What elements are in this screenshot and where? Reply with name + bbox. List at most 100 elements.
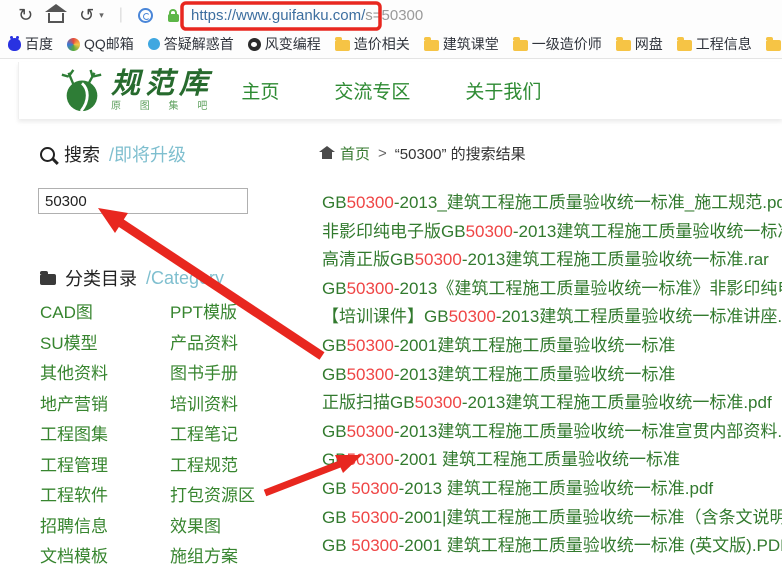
category-link[interactable]: 工程管理 (40, 451, 170, 482)
category-link[interactable]: 打包资源区 (170, 481, 320, 512)
folder-icon (424, 40, 439, 51)
bookmarks-bar: 百度QQ邮箱答疑解惑首风变编程造价相关建筑课堂一级造价师网盘工程信息建筑规范图算… (0, 30, 782, 59)
site-logo[interactable]: 规范库 原 图 集 吧 (59, 68, 215, 114)
category-link[interactable]: 工程笔记 (170, 420, 320, 451)
bookmark-item[interactable]: 建筑规范图 (766, 34, 782, 54)
search-result-link[interactable]: GB50300-2001 建筑工程施工质量验收统一标准 (322, 446, 782, 475)
result-text-post: -2013_建筑工程施工质量验收统一标准_施工规范.pdf (394, 193, 782, 212)
nav-item-1[interactable]: 交流专区 (334, 77, 410, 104)
result-highlight: 50300 (466, 222, 513, 241)
result-highlight: 50300 (347, 422, 394, 441)
site-header: 规范库 原 图 集 吧 主页 交流专区 关于我们 (18, 62, 782, 119)
main-nav: 主页 交流专区 关于我们 (241, 77, 541, 104)
refresh-icon[interactable]: ↻ (18, 6, 33, 24)
bookmark-item[interactable]: 建筑课堂 (424, 34, 499, 54)
bookmark-item[interactable]: 风变编程 (248, 34, 321, 54)
nav-item-0[interactable]: 主页 (241, 77, 279, 104)
category-link[interactable]: 工程规范 (170, 451, 320, 482)
category-link[interactable]: 地产营销 (40, 390, 170, 421)
category-link[interactable]: 培训资料 (170, 390, 320, 421)
undo-icon[interactable]: ↺ (79, 6, 94, 24)
search-result-link[interactable]: GB50300-2013_建筑工程施工质量验收统一标准_施工规范.pdf (322, 189, 782, 218)
bookmark-item[interactable]: 百度 (8, 34, 53, 54)
breadcrumb-home-icon[interactable] (322, 152, 332, 159)
search-result-link[interactable]: 【培训课件】GB50300-2013建筑工程质量验收统一标准讲座.rar (322, 303, 782, 332)
result-text-pre: GB (322, 508, 351, 527)
search-result-link[interactable]: GB50300-2013建筑工程施工质量验收统一标准宣贯内部资料.pd (322, 418, 782, 447)
result-text-post: -2013建筑工程施工质量验收统一标准.pdf (462, 393, 772, 412)
category-link[interactable]: 图书手册 (170, 359, 320, 390)
result-text-post: -2001 建筑工程施工质量验收统一标准 (英文版).PDF版 (399, 536, 782, 555)
result-text-pre: GB (322, 365, 347, 384)
bookmark-label: 风变编程 (265, 34, 321, 54)
undo-dropdown-caret-icon[interactable]: ▾ (99, 10, 104, 21)
result-highlight: 50300 (347, 365, 394, 384)
search-result-link[interactable]: 非影印纯电子版GB50300-2013建筑工程施工质量验收统一标准.r (322, 218, 782, 247)
category-link[interactable]: 工程图集 (40, 420, 170, 451)
result-text-post: -2013《建筑工程施工质量验收统一标准》非影印纯电子 (394, 279, 782, 298)
panda-icon (248, 38, 261, 51)
category-link[interactable]: CAD图 (40, 298, 170, 329)
result-highlight: 50300 (347, 450, 394, 469)
search-result-link[interactable]: GB 50300-2013 建筑工程施工质量验收统一标准.pdf (322, 475, 782, 504)
search-result-link[interactable]: 高清正版GB50300-2013建筑工程施工质量验收统一标准.rar (322, 246, 782, 275)
qqmail-icon (67, 38, 80, 51)
result-text-pre: 高清正版GB (322, 250, 415, 269)
result-highlight: 50300 (415, 393, 462, 412)
bookmark-item[interactable]: 一级造价师 (513, 34, 602, 54)
category-link[interactable]: 产品资料 (170, 329, 320, 360)
baidu-icon (8, 38, 21, 51)
search-title-suffix: /即将升级 (109, 141, 186, 167)
home-icon[interactable] (48, 13, 64, 23)
bookmark-label: 网盘 (635, 34, 663, 54)
category-link[interactable]: 其他资料 (40, 359, 170, 390)
result-highlight: 50300 (347, 279, 394, 298)
search-input[interactable] (38, 188, 248, 214)
search-result-link[interactable]: GB50300-2013《建筑工程施工质量验收统一标准》非影印纯电子 (322, 275, 782, 304)
category-link[interactable]: 招聘信息 (40, 512, 170, 543)
category-folder-icon (40, 274, 56, 285)
search-icon (40, 147, 55, 162)
category-link[interactable]: 施组方案 (170, 542, 320, 573)
category-link[interactable]: 文档模板 (40, 542, 170, 573)
search-result-link[interactable]: GB50300-2013建筑工程施工质量验收统一标准 (322, 361, 782, 390)
toolbar-separator: | (119, 6, 123, 24)
bookmark-label: 工程信息 (696, 34, 752, 54)
result-text-post: -2013建筑工程施工质量验收统一标准.r (513, 222, 782, 241)
breadcrumb: 首页 > “50300” 的搜索结果 (322, 143, 526, 164)
result-highlight: 50300 (415, 250, 462, 269)
result-highlight: 50300 (351, 479, 398, 498)
result-highlight: 50300 (347, 193, 394, 212)
folder-icon (677, 40, 692, 51)
bookmark-label: 百度 (25, 34, 53, 54)
category-link[interactable]: PPT模版 (170, 298, 320, 329)
result-highlight: 50300 (351, 508, 398, 527)
breadcrumb-home-link[interactable]: 首页 (340, 143, 370, 164)
result-highlight: 50300 (347, 336, 394, 355)
bookmark-item[interactable]: 答疑解惑首 (148, 34, 234, 54)
bookmark-item[interactable]: 工程信息 (677, 34, 752, 54)
search-result-link[interactable]: GB 50300-2001|建筑工程施工质量验收统一标准（含条文说明） (322, 504, 782, 533)
bookmark-item[interactable]: 网盘 (616, 34, 663, 54)
browser-toolbar: ↻ ↺ ▾ | https://www.guifanku.com/s=50300 (0, 0, 782, 30)
search-result-link[interactable]: GB50300-2001建筑工程施工质量验收统一标准 (322, 332, 782, 361)
nav-item-2[interactable]: 关于我们 (465, 77, 541, 104)
category-link[interactable]: SU模型 (40, 329, 170, 360)
search-result-link[interactable]: GB 50300-2001 建筑工程施工质量验收统一标准 (英文版).PDF版 (322, 532, 782, 561)
address-bar[interactable]: https://www.guifanku.com/s=50300 (191, 7, 423, 24)
result-text-post: -2013建筑工程施工质量验收统一标准宣贯内部资料.pd (394, 422, 782, 441)
bookmark-item[interactable]: QQ邮箱 (67, 34, 134, 54)
bookmark-label: QQ邮箱 (84, 34, 134, 54)
result-text-pre: GB (322, 450, 347, 469)
search-result-link[interactable]: 正版扫描GB50300-2013建筑工程施工质量验收统一标准.pdf (322, 389, 782, 418)
security-shield-icon[interactable] (138, 8, 153, 23)
logo-text: 规范库 原 图 集 吧 (111, 70, 215, 112)
result-text-pre: GB (322, 479, 351, 498)
address-url-query: s=50300 (365, 7, 423, 24)
category-link[interactable]: 工程软件 (40, 481, 170, 512)
category-link[interactable]: 效果图 (170, 512, 320, 543)
result-text-pre: 【培训课件】GB (322, 307, 449, 326)
result-text-post: -2013 建筑工程施工质量验收统一标准.pdf (399, 479, 714, 498)
bookmark-item[interactable]: 造价相关 (335, 34, 410, 54)
result-text-post: -2001|建筑工程施工质量验收统一标准（含条文说明） (399, 508, 782, 527)
